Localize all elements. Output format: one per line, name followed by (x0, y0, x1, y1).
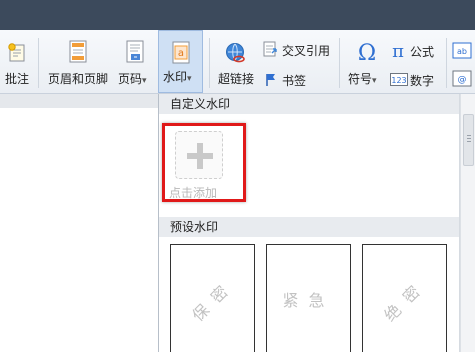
custom-watermark-heading: 自定义水印 (159, 94, 459, 114)
page-number-label: 页码▾ (116, 70, 156, 87)
insert-ribbon: 批注 页眉和页脚 页码▾ a 水印▾ 超链接 交叉引用 书签 Ω 符号▾ π 公… (0, 30, 475, 94)
svg-text:ab: ab (457, 47, 467, 56)
highlight-box (162, 123, 246, 202)
formula-label: 公式 (410, 45, 435, 59)
ribbon-divider (339, 38, 340, 88)
chevron-down-icon: ▾ (372, 76, 377, 86)
bookmark-label: 书签 (282, 74, 307, 88)
hyperlink-icon (226, 43, 245, 63)
number-icon: 123 (390, 73, 408, 86)
grip-line (467, 138, 471, 139)
document-page[interactable] (0, 108, 160, 352)
watermark-dropdown-panel: 自定义水印 点击添加 预设水印 保密 紧急 绝密 (158, 94, 460, 352)
document-margin (0, 94, 160, 108)
header-footer-button[interactable]: 页眉和页脚 (44, 30, 112, 94)
svg-text:Ω: Ω (358, 41, 376, 64)
scrollbar-thumb[interactable] (463, 114, 474, 166)
preset-watermark-top-secret[interactable]: 绝密 (362, 244, 447, 352)
comment-button[interactable]: 批注 (0, 30, 34, 94)
number-label: 数字 (410, 74, 435, 88)
page-number-button[interactable]: 页码▾ (116, 30, 156, 94)
cross-reference-label: 交叉引用 (282, 44, 331, 58)
preset-watermark-confidential[interactable]: 保密 (170, 244, 255, 352)
preset-watermark-urgent[interactable]: 紧急 (266, 244, 351, 352)
hyperlink-button[interactable]: 超链接 (214, 30, 258, 94)
comment-label: 批注 (4, 72, 29, 86)
formula-button[interactable]: π 公式 (389, 40, 441, 62)
ribbon-divider (446, 38, 447, 88)
field-icon[interactable]: @ (452, 70, 472, 88)
preset-text: 紧急 (282, 291, 335, 310)
watermark-preview: 绝密 (337, 231, 472, 352)
symbol-text: 符号 (348, 72, 373, 86)
preset-text: 保密 (188, 274, 239, 326)
watermark-preview: 保密 (145, 231, 280, 352)
grip-line (467, 135, 471, 136)
hyperlink-label: 超链接 (217, 72, 254, 86)
grip-line (467, 141, 471, 142)
watermark-text: 水印 (163, 70, 188, 84)
bookmark-button[interactable]: 书签 (262, 70, 322, 90)
page-number-text: 页码 (118, 72, 143, 86)
omega-symbol-icon: Ω (358, 41, 376, 64)
page-number-icon (126, 40, 144, 63)
bookmark-flag-icon (266, 74, 275, 86)
watermark-label: 水印▾ (159, 68, 202, 85)
vertical-scrollbar[interactable] (460, 94, 475, 352)
preset-text: 绝密 (380, 274, 431, 326)
symbol-label: 符号▾ (344, 70, 388, 87)
chevron-down-icon: ▾ (187, 74, 192, 84)
ribbon-divider (38, 38, 39, 88)
watermark-button[interactable]: a 水印▾ (158, 30, 203, 93)
ribbon-divider (209, 38, 210, 88)
header-footer-label: 页眉和页脚 (47, 72, 108, 86)
comment-icon (8, 43, 25, 62)
svg-text:123: 123 (391, 76, 406, 85)
number-button[interactable]: 123 数字 (389, 70, 441, 90)
chevron-down-icon: ▾ (142, 76, 147, 86)
text-box-icon[interactable]: ab (452, 42, 472, 60)
cross-reference-icon (263, 41, 277, 57)
header-footer-icon (69, 40, 87, 63)
svg-text:@: @ (458, 75, 467, 85)
symbol-button[interactable]: Ω 符号▾ (344, 30, 388, 94)
title-bar (0, 0, 475, 30)
cross-reference-button[interactable]: 交叉引用 (262, 40, 334, 60)
watermark-icon: a (172, 41, 190, 64)
watermark-preview: 紧急 (267, 245, 350, 352)
svg-text:π: π (392, 41, 404, 60)
svg-text:a: a (178, 48, 184, 59)
pi-formula-icon: π (392, 41, 404, 60)
